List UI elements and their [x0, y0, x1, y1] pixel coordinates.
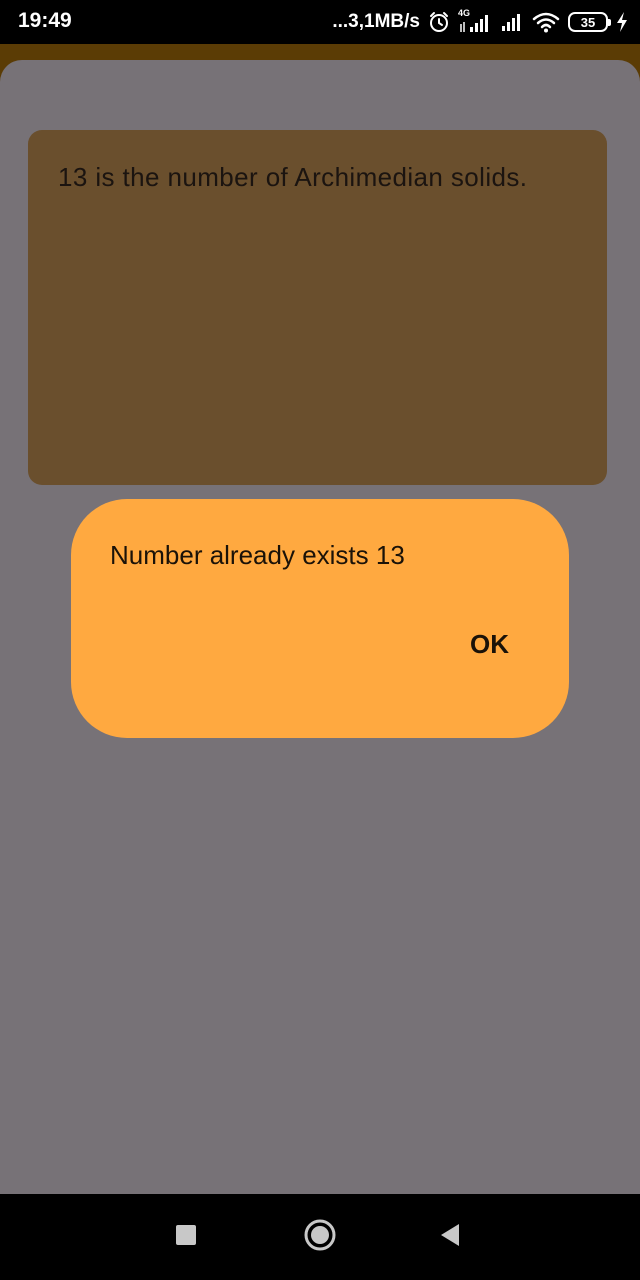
fact-text: 13 is the number of Archimedian solids. [58, 162, 528, 192]
battery-tip [608, 19, 611, 26]
signal-icon [500, 12, 524, 32]
dialog-message: Number already exists 13 [110, 540, 405, 570]
navigation-bar [0, 1194, 640, 1280]
ok-button[interactable]: OK [450, 623, 529, 666]
fact-card: 13 is the number of Archimedian solids. [28, 130, 607, 485]
home-button[interactable] [280, 1194, 360, 1280]
battery-level: 35 [580, 14, 596, 30]
network-speed: ...3,1MB/s [332, 11, 420, 32]
alarm-icon [428, 11, 450, 33]
recent-apps-icon [174, 1223, 198, 1252]
home-icon [303, 1218, 337, 1257]
alert-dialog: Number already exists 13 OK [71, 499, 569, 738]
back-button[interactable] [410, 1194, 490, 1280]
signal-4g-icon: 4G [458, 8, 492, 34]
charging-icon [616, 12, 628, 32]
status-bar: 19:49 ...3,1MB/s 4G 35 [0, 0, 640, 44]
battery-icon: 35 [568, 12, 611, 32]
recent-apps-button[interactable] [146, 1194, 226, 1280]
status-time: 19:49 [18, 9, 72, 32]
wifi-icon [532, 11, 560, 33]
status-icons: ...3,1MB/s 4G 35 [332, 8, 628, 36]
back-icon [438, 1222, 462, 1253]
